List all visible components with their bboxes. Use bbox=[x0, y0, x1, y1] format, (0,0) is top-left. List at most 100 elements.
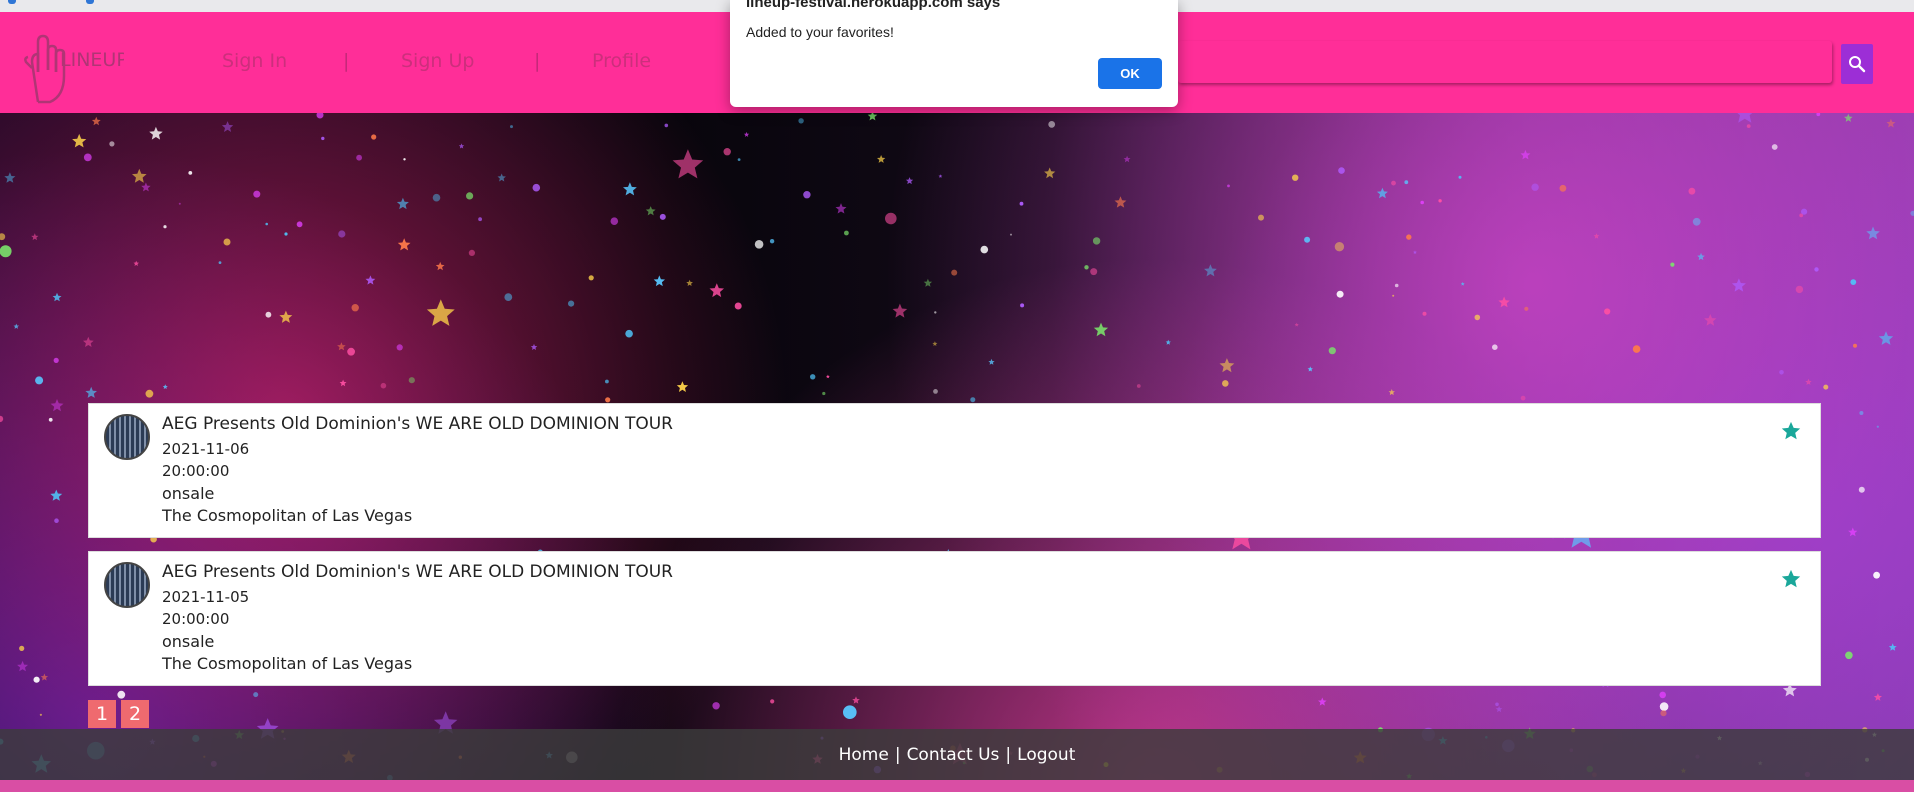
confetti-dot bbox=[1670, 262, 1675, 267]
confetti-star bbox=[91, 116, 101, 126]
confetti-star bbox=[1044, 167, 1056, 179]
page-button-2[interactable]: 2 bbox=[121, 700, 149, 728]
confetti-star bbox=[426, 299, 455, 326]
confetti-dot bbox=[934, 311, 937, 314]
confetti-star bbox=[1318, 697, 1327, 706]
nav-sign-in[interactable]: Sign In bbox=[222, 50, 287, 72]
event-venue: The Cosmopolitan of Las Vegas bbox=[162, 506, 413, 525]
star-icon[interactable] bbox=[1780, 568, 1802, 590]
confetti-dot bbox=[1391, 180, 1396, 186]
confetti-dot bbox=[265, 311, 272, 318]
confetti-dot bbox=[723, 148, 731, 156]
confetti-dot bbox=[0, 245, 12, 258]
confetti-star bbox=[932, 341, 938, 346]
nav-sign-up[interactable]: Sign Up bbox=[401, 50, 474, 72]
confetti-dot bbox=[588, 275, 594, 281]
footer-contact-link[interactable]: Contact Us bbox=[907, 745, 1000, 765]
event-time: 20:00:00 bbox=[162, 462, 230, 480]
dialog-message: Added to your favorites! bbox=[746, 24, 894, 40]
confetti-star bbox=[1460, 281, 1465, 286]
confetti-star bbox=[1697, 252, 1705, 261]
confetti-dot bbox=[253, 692, 259, 698]
confetti-dot bbox=[712, 702, 720, 710]
confetti-star bbox=[17, 660, 28, 672]
confetti-dot bbox=[145, 389, 154, 398]
confetti-dot bbox=[1392, 294, 1395, 297]
search-button[interactable] bbox=[1841, 44, 1873, 84]
footer-home-link[interactable]: Home bbox=[839, 745, 889, 765]
confetti-star bbox=[1886, 118, 1896, 128]
confetti-star bbox=[31, 233, 39, 241]
confetti-star bbox=[1123, 155, 1131, 163]
confetti-star bbox=[653, 275, 665, 287]
confetti-dot bbox=[770, 699, 775, 704]
ok-button[interactable]: OK bbox=[1098, 58, 1162, 89]
confetti-dot bbox=[610, 217, 619, 225]
confetti-star bbox=[826, 374, 830, 379]
confetti-dot bbox=[1336, 290, 1344, 298]
event-status: onsale bbox=[162, 632, 215, 651]
confetti-star bbox=[892, 303, 908, 318]
confetti-star bbox=[905, 177, 914, 185]
footer-separator: | bbox=[1005, 744, 1012, 765]
confetti-dot bbox=[1814, 267, 1819, 272]
page-button-1[interactable]: 1 bbox=[88, 700, 116, 728]
confetti-dot bbox=[1304, 236, 1311, 243]
confetti-dot bbox=[568, 300, 575, 307]
confetti-dot bbox=[1604, 308, 1611, 315]
tab-icon bbox=[86, 0, 94, 4]
confetti-dot bbox=[1334, 242, 1345, 252]
confetti-dot bbox=[39, 713, 43, 716]
confetti-star bbox=[1388, 389, 1395, 396]
avatar bbox=[104, 414, 150, 460]
confetti-star bbox=[365, 275, 376, 285]
confetti-dot bbox=[83, 153, 92, 162]
confetti-dot bbox=[1438, 199, 1442, 203]
confetti-dot bbox=[432, 193, 441, 202]
confetti-star bbox=[279, 310, 293, 323]
event-time: 20:00:00 bbox=[162, 610, 230, 628]
confetti-star bbox=[1737, 113, 1753, 123]
confetti-dot bbox=[1495, 702, 1499, 707]
confetti-star bbox=[672, 149, 704, 179]
confetti-star bbox=[337, 342, 346, 351]
confetti-dot bbox=[1845, 651, 1853, 660]
confetti-dot bbox=[396, 344, 403, 351]
search-input[interactable] bbox=[1178, 41, 1832, 83]
confetti-star bbox=[1593, 233, 1600, 239]
confetti-star bbox=[50, 489, 63, 501]
confetti-dot bbox=[1048, 121, 1056, 128]
logo[interactable]: LINEUP bbox=[24, 32, 128, 104]
confetti-dot bbox=[223, 238, 231, 246]
confetti-dot bbox=[951, 269, 958, 276]
confetti-star bbox=[1114, 196, 1127, 208]
confetti-star bbox=[1294, 322, 1299, 327]
confetti-star bbox=[1498, 296, 1510, 308]
footer-separator: | bbox=[894, 744, 901, 765]
confetti-dot bbox=[284, 232, 288, 236]
confetti-star bbox=[396, 197, 409, 210]
confetti-dot bbox=[510, 125, 513, 129]
confetti-dot bbox=[980, 245, 989, 254]
confetti-dot bbox=[1795, 285, 1804, 294]
confetti-star bbox=[497, 173, 506, 182]
star-icon[interactable] bbox=[1780, 420, 1802, 442]
nav-profile[interactable]: Profile bbox=[592, 50, 651, 72]
hand-logo-icon: LINEUP bbox=[24, 34, 128, 104]
confetti-dot bbox=[1771, 144, 1778, 150]
event-status: onsale bbox=[162, 484, 215, 503]
confetti-star bbox=[132, 168, 147, 183]
confetti-dot bbox=[296, 221, 303, 228]
confetti-star bbox=[1219, 358, 1235, 373]
confetti-star bbox=[83, 336, 94, 347]
footer-logout-link[interactable]: Logout bbox=[1017, 745, 1075, 765]
confetti-dot bbox=[0, 233, 6, 241]
confetti-star bbox=[1805, 378, 1812, 385]
confetti-star bbox=[686, 279, 693, 286]
confetti-dot bbox=[1136, 384, 1141, 388]
confetti-dot bbox=[1876, 425, 1879, 428]
confetti-dot bbox=[1422, 311, 1427, 316]
event-date: 2021-11-05 bbox=[162, 588, 250, 606]
confetti-dot bbox=[822, 391, 826, 396]
confetti-dot bbox=[468, 249, 475, 256]
